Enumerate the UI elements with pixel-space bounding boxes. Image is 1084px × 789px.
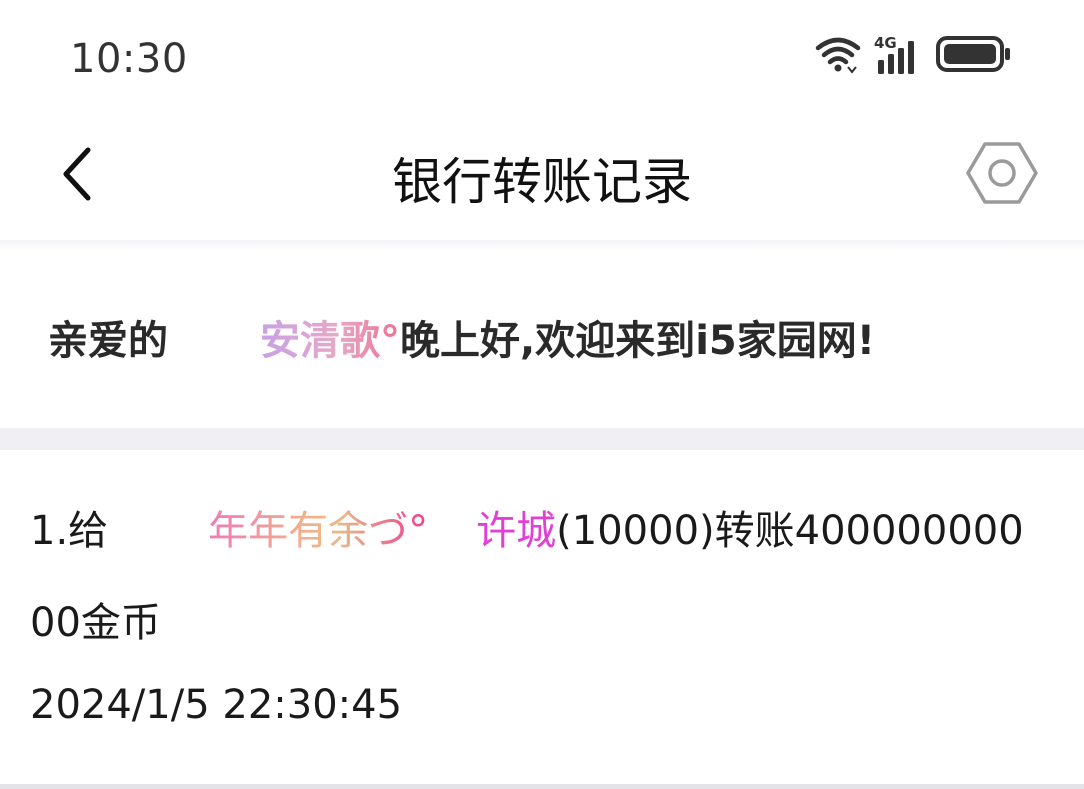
page-title: 银行转账记录 — [392, 153, 692, 211]
welcome-suffix: 晚上好,欢迎来到i5家园网! — [400, 318, 875, 364]
header-shadow — [0, 240, 1084, 250]
list-item: 1.给 年年有余づ° 许城(10000)转账400000000 00金币 2024/… — [0, 450, 1084, 784]
battery-icon — [936, 34, 1012, 78]
settings-button[interactable] — [964, 140, 1040, 210]
record-detail: (10000)转账400000000 — [556, 508, 1024, 554]
record-receiver: 许城 — [476, 508, 557, 554]
hexagon-settings-icon — [966, 140, 1038, 210]
section-divider — [0, 428, 1084, 450]
wifi-icon — [814, 34, 862, 78]
status-time: 10:30 — [70, 36, 188, 82]
record-summary: 1.给 年年有余づ° 许城(10000)转账400000000 — [30, 498, 1024, 556]
record-bottom-border — [0, 784, 1084, 789]
signal-icon: 4G — [874, 34, 924, 76]
welcome-prefix: 亲爱的 — [48, 318, 168, 364]
welcome-username: 安清歌° — [260, 308, 400, 366]
welcome-line: 亲爱的 安清歌°晚上好,欢迎来到i5家园网! — [48, 308, 875, 366]
record-timestamp: 2024/1/5 22:30:45 — [30, 682, 403, 728]
record-index: 1.给 — [30, 508, 109, 554]
status-bar: 10:30 4G — [0, 0, 1084, 116]
welcome-banner: 亲爱的 安清歌°晚上好,欢迎来到i5家园网! — [0, 250, 1084, 428]
app-header: 银行转账记录 — [0, 116, 1084, 240]
record-detail-continued: 00金币 — [30, 600, 161, 646]
record-sender: 年年有余づ° — [208, 498, 428, 556]
status-icons: 4G — [814, 34, 1012, 78]
